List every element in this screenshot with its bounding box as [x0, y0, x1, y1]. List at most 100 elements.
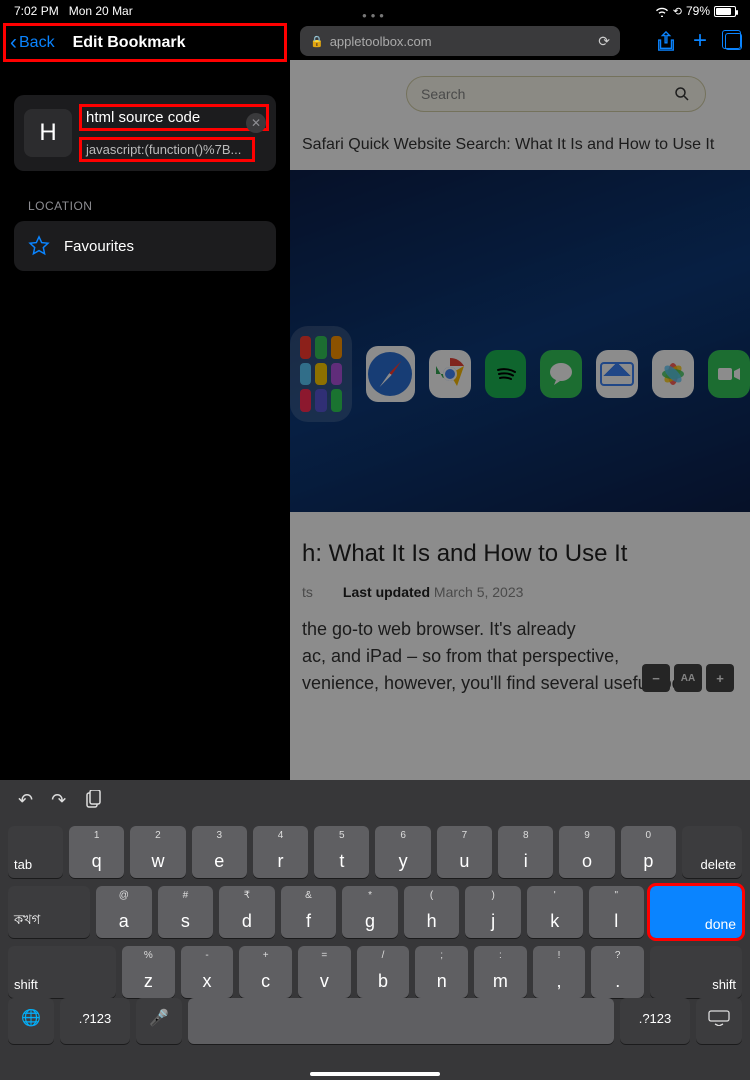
meta-updated-value: March 5, 2023 [434, 584, 524, 600]
chevron-left-icon: ‹ [10, 32, 17, 53]
location-row[interactable]: Favourites [14, 221, 276, 271]
home-screen-icon [290, 326, 352, 422]
messages-app-icon [540, 350, 582, 398]
shift-key-left[interactable]: shift [8, 946, 116, 998]
tab-key[interactable]: tab [8, 826, 63, 878]
url-domain: appletoolbox.com [330, 34, 432, 49]
home-indicator[interactable] [310, 1072, 440, 1076]
clipboard-icon[interactable] [84, 790, 102, 810]
key-r[interactable]: 4r [253, 826, 308, 878]
key-h[interactable]: (h [404, 886, 460, 938]
key-f[interactable]: &f [281, 886, 337, 938]
chrome-app-icon [429, 350, 471, 398]
site-search-input[interactable]: Search [406, 76, 706, 112]
key-period[interactable]: ?. [591, 946, 644, 998]
key-i[interactable]: 8i [498, 826, 553, 878]
key-v[interactable]: =v [298, 946, 351, 998]
key-a[interactable]: @a [96, 886, 152, 938]
article-title: h: What It Is and How to Use It [290, 512, 750, 572]
new-tab-icon[interactable]: + [693, 33, 707, 50]
key-p[interactable]: 0p [621, 826, 676, 878]
lock-icon: 🔒 [310, 35, 324, 48]
keyboard-row-2: কখগ @a #s ₹d &f *g (h )j 'k "l done [8, 886, 742, 938]
background-webpage: Search Safari Quick Website Search: What… [290, 60, 750, 780]
edit-bookmark-panel: ‹ Back Edit Bookmark H html source code … [0, 22, 290, 782]
undo-icon[interactable]: ↶ [18, 790, 33, 811]
hero-image [290, 170, 750, 512]
key-l[interactable]: "l [589, 886, 645, 938]
battery-percent: 79% [686, 4, 710, 18]
font-increase-button[interactable]: + [706, 664, 734, 692]
key-e[interactable]: 3e [192, 826, 247, 878]
hide-keyboard-key[interactable] [696, 998, 742, 1044]
location-section-label: LOCATION [28, 199, 262, 213]
panel-title: Edit Bookmark [73, 34, 186, 52]
search-icon [673, 85, 691, 103]
battery-icon [714, 6, 736, 17]
keyboard-hide-icon [708, 1010, 730, 1026]
redo-icon[interactable]: ↷ [51, 790, 66, 811]
bookmark-name-field[interactable]: html source code [82, 107, 266, 128]
key-o[interactable]: 9o [559, 826, 614, 878]
globe-key[interactable]: 🌐 [8, 998, 54, 1044]
done-key[interactable]: done [650, 886, 742, 938]
keyboard-row-3: shift %z -x +c =v /b ;n :m !, ?. shift [8, 946, 742, 998]
key-w[interactable]: 2w [130, 826, 185, 878]
body-line: the go-to web browser. It's already [302, 616, 738, 643]
article-meta: ts Last updated March 5, 2023 [290, 572, 750, 612]
key-c[interactable]: +c [239, 946, 292, 998]
url-bar[interactable]: 🔒 appletoolbox.com ⟳ [300, 26, 620, 56]
key-x[interactable]: -x [181, 946, 234, 998]
font-reset-button[interactable]: AA [674, 664, 702, 692]
orientation-lock-icon: ⟲ [673, 5, 682, 18]
key-z[interactable]: %z [122, 946, 175, 998]
status-date: Mon 20 Mar [69, 4, 133, 18]
bookmark-url-field[interactable]: javascript:(function()%7B... [82, 140, 252, 159]
mail-app-icon [596, 350, 638, 398]
photos-app-icon [652, 350, 694, 398]
dictation-key[interactable]: 🎤 [136, 998, 182, 1044]
facetime-app-icon [708, 350, 750, 398]
share-icon[interactable] [657, 31, 675, 51]
language-key[interactable]: কখগ [8, 886, 90, 938]
key-k[interactable]: 'k [527, 886, 583, 938]
mic-icon: 🎤 [149, 1008, 169, 1028]
keyboard-row-1: tab 1q 2w 3e 4r 5t 6y 7u 8i 9o 0p delete [8, 826, 742, 878]
key-j[interactable]: )j [465, 886, 521, 938]
meta-updated-label: Last updated [343, 584, 430, 600]
key-n[interactable]: ;n [415, 946, 468, 998]
meta-author-fragment: ts [302, 584, 313, 600]
key-q[interactable]: 1q [69, 826, 124, 878]
onscreen-keyboard: ↶ ↷ tab 1q 2w 3e 4r 5t 6y 7u 8i 9o 0p de… [0, 780, 750, 1080]
space-key[interactable] [188, 998, 614, 1044]
tabs-icon[interactable] [725, 33, 742, 50]
key-b[interactable]: /b [357, 946, 410, 998]
key-m[interactable]: :m [474, 946, 527, 998]
key-d[interactable]: ₹d [219, 886, 275, 938]
back-label: Back [19, 34, 55, 52]
spotify-app-icon [485, 350, 527, 398]
key-g[interactable]: *g [342, 886, 398, 938]
multitask-dots-icon[interactable]: ••• [362, 8, 388, 23]
key-s[interactable]: #s [158, 886, 214, 938]
numbers-key-right[interactable]: .?123 [620, 998, 690, 1044]
panel-header: ‹ Back Edit Bookmark [6, 26, 284, 59]
delete-key[interactable]: delete [682, 826, 742, 878]
keyboard-toolbar: ↶ ↷ [0, 780, 750, 820]
bookmark-card: H html source code javascript:(function(… [14, 95, 276, 171]
numbers-key-left[interactable]: .?123 [60, 998, 130, 1044]
key-comma[interactable]: !, [533, 946, 586, 998]
wifi-icon [655, 6, 669, 17]
font-size-controls: − AA + [642, 664, 734, 692]
location-value: Favourites [64, 238, 134, 255]
clear-name-icon[interactable]: ✕ [246, 113, 266, 133]
back-button[interactable]: ‹ Back [10, 32, 55, 53]
key-t[interactable]: 5t [314, 826, 369, 878]
status-time: 7:02 PM [14, 4, 59, 18]
reload-icon[interactable]: ⟳ [598, 33, 610, 50]
site-search-placeholder: Search [421, 86, 465, 102]
shift-key-right[interactable]: shift [650, 946, 742, 998]
key-y[interactable]: 6y [375, 826, 430, 878]
key-u[interactable]: 7u [437, 826, 492, 878]
font-decrease-button[interactable]: − [642, 664, 670, 692]
